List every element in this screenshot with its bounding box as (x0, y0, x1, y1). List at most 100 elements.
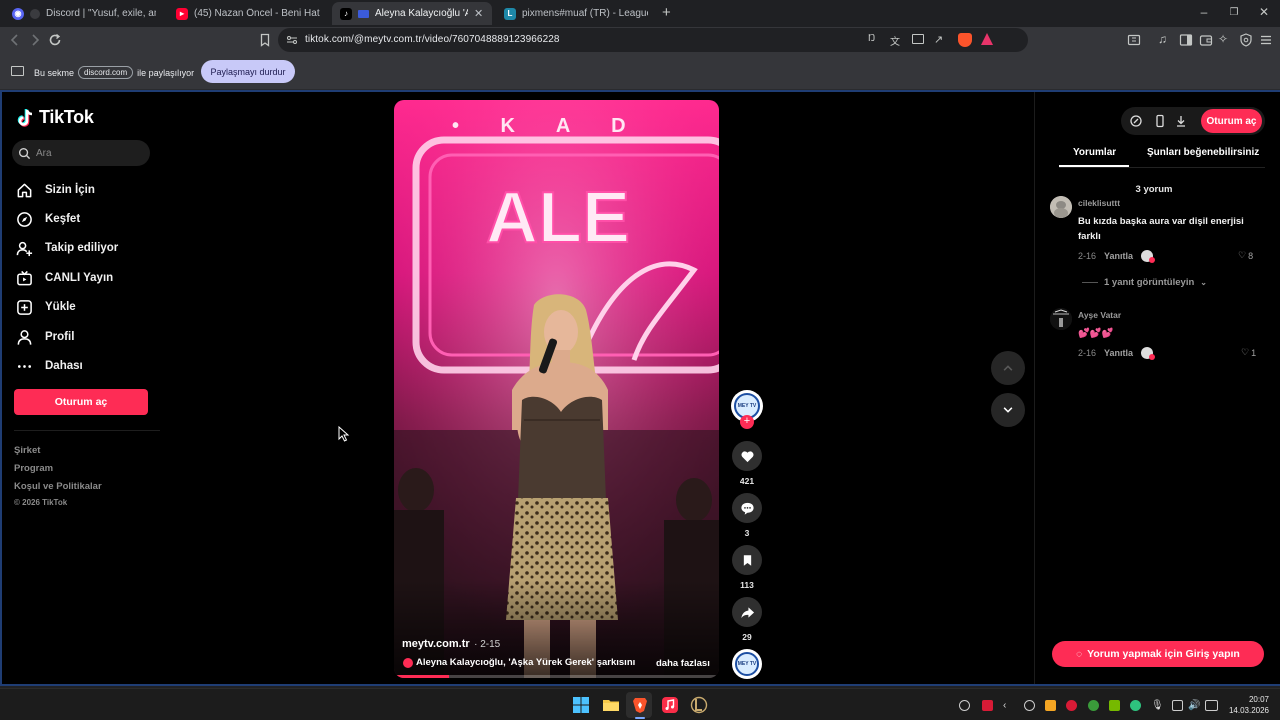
video-player[interactable]: • K A D ALE meytv.com.tr · 2-15 Aleyna K… (394, 100, 719, 678)
bookmark-icon (743, 554, 751, 566)
nvidia-icon[interactable] (1109, 700, 1120, 711)
music-avatar[interactable]: MEY TV (732, 649, 762, 679)
menu-icon[interactable] (1258, 32, 1274, 48)
brave-shields-icon[interactable] (958, 33, 972, 47)
nav-live[interactable]: CANLI Yayın (16, 269, 113, 287)
like-button[interactable] (732, 441, 762, 471)
next-video-button[interactable] (991, 393, 1025, 427)
nav-more[interactable]: Dahası (16, 357, 83, 375)
audio-sharing-icon (30, 8, 40, 19)
footer-company-link[interactable]: Şirket (14, 445, 40, 456)
tab-leagueofgraphs[interactable]: L pixmens#muaf (TR) - LeagueOfGraph (496, 2, 656, 25)
tiktok-logo[interactable]: TikTok (16, 107, 94, 128)
media-control-icon[interactable]: ♫ (1158, 32, 1174, 48)
brave-rewards-icon[interactable] (981, 33, 993, 45)
taskbar-clock[interactable]: 20:07 14.03.2026 (1225, 694, 1269, 716)
minimize-icon[interactable]: – (1196, 5, 1212, 19)
share-icon[interactable]: ↗ (934, 33, 943, 46)
reply-button[interactable]: Yanıtla (1104, 251, 1133, 261)
sidebar-login-button[interactable]: Oturum aç (14, 389, 148, 415)
nav-profile[interactable]: Profil (16, 328, 74, 346)
url-text[interactable]: tiktok.com/@meytv.com.tr/video/760704888… (305, 34, 560, 45)
apple-music-icon[interactable] (661, 696, 679, 714)
comment-like[interactable]: ♡ 1 (1241, 347, 1256, 358)
tab-tiktok[interactable]: ♪ Aleyna Kalaycıoğlu 'Aşka Yüre ✕ (332, 2, 492, 25)
footer-program-link[interactable]: Program (14, 463, 53, 474)
browser-tab-strip: ◉ Discord | "Yusuf, exile, andisya b ▸ (… (0, 0, 1280, 27)
forward-icon[interactable] (27, 32, 43, 48)
video-progress-bar[interactable] (394, 675, 719, 678)
comment-like[interactable]: ♡ 8 (1238, 250, 1253, 261)
file-explorer-icon[interactable] (602, 696, 620, 714)
nav-for-you[interactable]: Sizin İçin (16, 181, 95, 199)
follow-plus-icon[interactable]: + (740, 415, 754, 429)
back-icon[interactable] (7, 32, 23, 48)
battery-icon[interactable] (1205, 700, 1218, 711)
view-replies-button[interactable]: 1 yanıt görüntüleyin ⌄ (1082, 277, 1207, 288)
close-tab-icon[interactable]: ✕ (474, 7, 484, 20)
reply-button[interactable]: Yanıtla (1104, 348, 1133, 358)
comment-login-button[interactable]: ◌ Yorum yapmak için Giriş yapın (1052, 641, 1264, 667)
save-button[interactable] (732, 545, 762, 575)
leo-ai-icon[interactable]: ✧ (1218, 32, 1234, 48)
footer-terms-link[interactable]: Koşul ve Politikalar (14, 481, 102, 492)
tray-app-icon[interactable] (1024, 700, 1035, 711)
network-icon[interactable] (1172, 700, 1183, 711)
vpn-shield-icon[interactable] (1238, 32, 1254, 48)
nav-explore[interactable]: Keşfet (16, 210, 80, 228)
heart-outline-icon: ♡ (1241, 347, 1250, 357)
tray-app-icon[interactable] (1088, 700, 1099, 711)
restore-icon[interactable]: ❐ (1226, 7, 1242, 18)
tray-app-icon[interactable] (959, 700, 970, 711)
reading-list-icon[interactable] (1178, 32, 1194, 48)
tray-app-icon[interactable] (982, 700, 993, 711)
no-tracking-icon[interactable]: Ŋ (868, 33, 875, 44)
previous-video-button[interactable] (991, 351, 1025, 385)
search-input[interactable]: Ara (12, 140, 150, 166)
sidebar-panel-icon[interactable] (1126, 32, 1142, 48)
footer-copyright: © 2026 TikTok (14, 498, 68, 507)
share-arrow-icon (740, 606, 754, 618)
comment-button[interactable] (732, 493, 762, 523)
header-login-button[interactable]: Oturum aç (1201, 109, 1262, 133)
sidebar-divider (14, 430, 160, 431)
new-tab-button[interactable]: + (662, 4, 671, 21)
wallet-icon[interactable] (1198, 32, 1214, 48)
view-replies-label: 1 yanıt görüntüleyin (1104, 277, 1195, 288)
microphone-icon[interactable]: 🎙 (1151, 700, 1164, 711)
league-of-legends-icon[interactable] (690, 696, 708, 714)
coins-icon[interactable] (1129, 114, 1143, 128)
search-placeholder: Ara (36, 147, 52, 159)
avatar[interactable] (1050, 196, 1072, 218)
tray-app-icon[interactable] (1066, 700, 1077, 711)
bookmark-icon[interactable] (257, 32, 273, 48)
volume-icon[interactable]: 🔊 (1188, 700, 1200, 711)
comment-username[interactable]: Ayşe Vatar (1078, 310, 1121, 320)
tab-you-may-like[interactable]: Şunları beğenebilirsiniz (1147, 147, 1259, 158)
tray-app-icon[interactable]: ‹ (1003, 700, 1014, 711)
close-window-icon[interactable]: ✕ (1256, 5, 1272, 19)
tray-app-icon[interactable] (1045, 700, 1056, 711)
stop-sharing-button[interactable]: Paylaşmayı durdur (201, 60, 295, 83)
comment-username[interactable]: cileklisuttt (1078, 198, 1120, 208)
tab-discord[interactable]: ◉ Discord | "Yusuf, exile, andisya b (4, 2, 164, 25)
tab-comments[interactable]: Yorumlar (1073, 147, 1116, 158)
avatar[interactable] (1050, 308, 1072, 330)
nav-following[interactable]: Takip ediliyor (16, 239, 118, 257)
video-author-handle[interactable]: meytv.com.tr (402, 638, 470, 650)
see-more-link[interactable]: daha fazlası (656, 658, 710, 669)
cast-icon[interactable] (912, 34, 924, 44)
address-bar[interactable]: tiktok.com/@meytv.com.tr/video/760704888… (278, 28, 1028, 52)
mobile-app-icon[interactable] (1153, 114, 1167, 128)
tab-youtube[interactable]: ▸ (45) Nazan Öncel - Beni Hatırla - You (168, 2, 328, 25)
nav-upload[interactable]: Yükle (16, 298, 76, 316)
download-icon[interactable] (1174, 114, 1188, 128)
site-info-icon[interactable] (286, 34, 298, 46)
live-icon (17, 270, 32, 285)
start-button-icon[interactable] (572, 696, 590, 714)
tray-app-icon[interactable] (1130, 700, 1141, 711)
brave-browser-icon[interactable] (631, 696, 649, 714)
translate-icon[interactable]: 文 (890, 33, 900, 48)
reload-icon[interactable] (47, 32, 63, 48)
share-button[interactable] (732, 597, 762, 627)
